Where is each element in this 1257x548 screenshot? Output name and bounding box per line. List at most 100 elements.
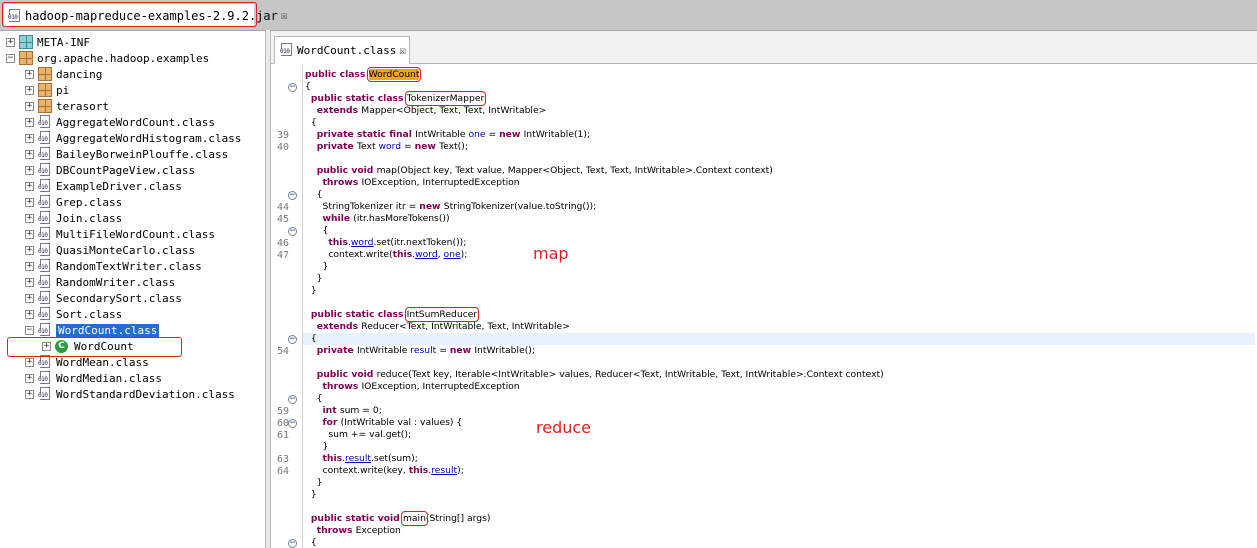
code-keyword: throws	[322, 177, 362, 188]
tree-item[interactable]: +010 DBCountPageView.class	[25, 162, 195, 178]
tree-item[interactable]: +010 Join.class	[25, 210, 122, 226]
fold-toggle-icon[interactable]: −	[288, 227, 297, 236]
tree-item[interactable]: +010 RandomTextWriter.class	[25, 258, 202, 274]
expand-icon[interactable]: +	[42, 341, 51, 351]
class-file-icon: 010	[38, 179, 52, 193]
tree-item-label: pi	[56, 83, 70, 97]
code-keyword: this	[392, 249, 413, 260]
tree-item[interactable]: + dancing	[25, 66, 102, 82]
code-keyword: public class	[305, 69, 369, 80]
tree-item-label: WordCount.class	[56, 323, 160, 337]
code-keyword: this	[328, 237, 348, 248]
code-text: }	[305, 489, 317, 500]
wordcount-class-tab[interactable]: 010 WordCount.class ☒	[274, 36, 410, 64]
code-keyword: for	[322, 417, 341, 428]
line-number: 63	[276, 454, 289, 465]
expand-icon[interactable]: +	[25, 245, 34, 255]
tree-item[interactable]: +010 WordMedian.class	[25, 370, 162, 386]
code-line: }	[305, 441, 329, 453]
tree-item[interactable]: +010 WordStandardDeviation.class	[25, 386, 235, 402]
close-icon[interactable]: ☒	[399, 44, 406, 57]
tree-item-label: ExampleDriver.class	[56, 179, 182, 193]
code-line: this.word.set(itr.nextToken());	[305, 237, 466, 249]
code-keyword: new	[499, 129, 524, 140]
expand-icon[interactable]: +	[25, 229, 34, 239]
expand-icon[interactable]: +	[25, 293, 34, 303]
tree-item[interactable]: +010 QuasiMonteCarlo.class	[25, 242, 195, 258]
expand-icon[interactable]: +	[25, 357, 34, 367]
current-line-highlight	[303, 333, 1255, 345]
code-text-area[interactable]: public class WordCount{ public static cl…	[302, 65, 1257, 548]
code-text: =	[401, 141, 415, 152]
expand-icon[interactable]: +	[25, 117, 34, 127]
tree-item-label: BaileyBorweinPlouffe.class	[56, 147, 229, 161]
tree-item[interactable]: +010 Grep.class	[25, 194, 122, 210]
expand-icon[interactable]: +	[25, 309, 34, 319]
tree-item[interactable]: +010 SecondarySort.class	[25, 290, 182, 306]
class-file-icon: 010	[38, 115, 52, 129]
fold-toggle-icon[interactable]: −	[288, 419, 297, 428]
tree-item[interactable]: +010 MultiFileWordCount.class	[25, 226, 215, 242]
tree-item-label: DBCountPageView.class	[56, 163, 196, 177]
tree-item-label: AggregateWordHistogram.class	[56, 131, 242, 145]
tree-item[interactable]: + C WordCount	[42, 338, 134, 354]
fold-toggle-icon[interactable]: −	[288, 191, 297, 200]
expand-icon[interactable]: +	[25, 85, 34, 95]
tree-item[interactable]: +010 AggregateWordHistogram.class	[25, 130, 241, 146]
expand-icon[interactable]: +	[25, 213, 34, 223]
code-keyword: private	[316, 345, 357, 356]
fold-toggle-icon[interactable]: −	[288, 83, 297, 92]
tree-item[interactable]: +010 ExampleDriver.class	[25, 178, 182, 194]
expand-icon[interactable]: +	[6, 37, 15, 47]
code-text: }	[305, 273, 323, 284]
code-text: {	[305, 537, 317, 548]
collapse-icon[interactable]: −	[6, 53, 15, 63]
expand-icon[interactable]: +	[25, 389, 34, 399]
code-text: .set(sum);	[371, 453, 418, 464]
tree-item-label: WordMedian.class	[56, 371, 162, 385]
code-line: }	[305, 489, 317, 501]
code-line: {	[305, 81, 311, 93]
code-keyword: this	[408, 465, 429, 476]
jar-file-tab[interactable]: 010 hadoop-mapreduce-examples-2.9.2.jar …	[3, 3, 288, 27]
tree-item[interactable]: +010 Sort.class	[25, 306, 122, 322]
tree-item[interactable]: + terasort	[25, 98, 109, 114]
expand-icon[interactable]: +	[25, 149, 34, 159]
expand-icon[interactable]: +	[25, 165, 34, 175]
code-keyword: extends	[316, 105, 362, 116]
class-file-icon: 010	[38, 131, 52, 145]
expand-icon[interactable]: +	[25, 261, 34, 271]
tree-item[interactable]: + META-INF	[6, 34, 90, 50]
code-text: );	[460, 249, 468, 260]
tree-item[interactable]: + pi	[25, 82, 69, 98]
tree-item[interactable]: +010 RandomWriter.class	[25, 274, 175, 290]
tree-item[interactable]: +010 BaileyBorweinPlouffe.class	[25, 146, 228, 162]
expand-icon[interactable]: +	[25, 69, 34, 79]
expand-icon[interactable]: +	[25, 373, 34, 383]
expand-icon[interactable]: +	[25, 197, 34, 207]
fold-toggle-icon[interactable]: −	[288, 539, 297, 548]
tree-item[interactable]: +010 WordMean.class	[25, 354, 149, 370]
close-icon[interactable]: ☒	[281, 9, 288, 22]
code-text: }	[305, 285, 317, 296]
class-file-icon: 010	[38, 323, 52, 337]
tree-item[interactable]: − org.apache.hadoop.examples	[6, 50, 209, 66]
code-text: reduce(Text key, Iterable<IntWritable> v…	[376, 369, 884, 380]
tree-item[interactable]: +010 AggregateWordCount.class	[25, 114, 215, 130]
tree-item[interactable]: −010 WordCount.class	[25, 322, 160, 338]
expand-icon[interactable]: +	[25, 277, 34, 287]
tree-item-label: Grep.class	[56, 195, 123, 209]
class-file-icon: 010	[38, 371, 52, 385]
code-field: one	[443, 249, 461, 260]
code-line: for (IntWritable val : values) {	[305, 417, 463, 429]
code-text: {	[305, 81, 311, 92]
collapse-icon[interactable]: −	[25, 325, 34, 335]
expand-icon[interactable]: +	[25, 133, 34, 143]
expand-icon[interactable]: +	[25, 181, 34, 191]
fold-toggle-icon[interactable]: −	[288, 395, 297, 404]
expand-icon[interactable]: +	[25, 101, 34, 111]
tree-item-label: org.apache.hadoop.examples	[37, 51, 210, 65]
fold-toggle-icon[interactable]: −	[288, 335, 297, 344]
